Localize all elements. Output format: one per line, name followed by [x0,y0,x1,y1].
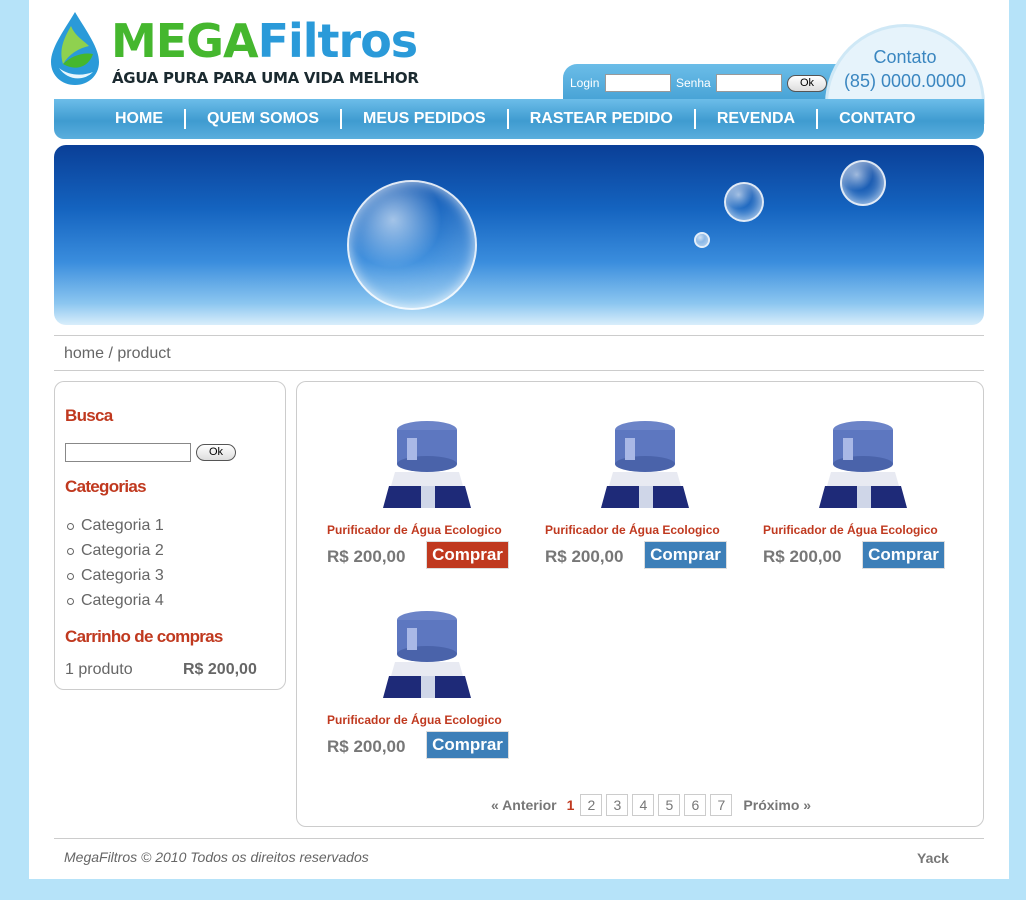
product-grid: Purificador de Água Ecologico R$ 200,00 … [296,381,984,827]
brand-name: MEGAFiltros [111,14,418,68]
divider [54,370,984,371]
login-label: Login [570,76,600,90]
bubble-image [347,180,477,310]
page-link[interactable]: 4 [632,794,655,816]
search-ok-button[interactable]: Ok [196,444,236,461]
current-page: 1 [566,797,575,813]
page-link[interactable]: 3 [606,794,629,816]
search-title: Busca [65,406,113,425]
bubble-image [840,160,886,206]
product-price: R$ 200,00 [763,547,842,566]
sidebar: Busca Ok Categorias Categoria 1 Categori… [54,381,286,690]
water-purifier-image[interactable] [585,416,705,516]
nav-item-home[interactable]: HOME [94,109,184,129]
buy-button[interactable]: Comprar [862,541,945,569]
password-input[interactable] [716,74,782,92]
login-input[interactable] [605,74,671,92]
page-link[interactable]: 7 [710,794,733,816]
water-purifier-image[interactable] [367,606,487,706]
breadcrumb: home / product [64,345,171,362]
next-page-link[interactable]: Próximo » [743,797,811,813]
cart-total: R$ 200,00 [183,661,257,678]
footer-copyright: MegaFiltros © 2010 Todos os direitos res… [64,849,369,865]
previous-page-link[interactable]: « Anterior [491,797,557,813]
divider [54,335,984,336]
product-name[interactable]: Purificador de Água Ecologico [545,523,720,537]
login-bar: Login Senha Ok [563,64,853,100]
bubble-image [724,182,764,222]
water-drop-icon [51,12,99,85]
bubble-image [694,232,710,248]
contact-title: Contato [873,47,937,67]
page-link[interactable]: 5 [658,794,681,816]
buy-button[interactable]: Comprar [426,731,509,759]
nav-item-meus-pedidos[interactable]: MEUS PEDIDOS [340,109,507,129]
category-item[interactable]: Categoria 3 [65,563,164,588]
product-card: Purificador de Água Ecologico R$ 200,00 … [763,416,963,576]
cart-quantity: 1 produto [65,661,133,678]
page-link[interactable]: 6 [684,794,707,816]
category-item[interactable]: Categoria 4 [65,588,164,613]
hero-banner [54,145,984,325]
category-item[interactable]: Categoria 1 [65,513,164,538]
search-input[interactable] [65,443,191,462]
product-card: Purificador de Água Ecologico R$ 200,00 … [545,416,745,576]
page-link[interactable]: 2 [580,794,603,816]
buy-button[interactable]: Comprar [426,541,509,569]
nav-item-quem-somos[interactable]: QUEM SOMOS [184,109,340,129]
login-ok-button[interactable]: Ok [787,75,827,92]
cart-title: Carrinho de compras [65,627,223,646]
product-name[interactable]: Purificador de Água Ecologico [763,523,938,537]
category-list: Categoria 1 Categoria 2 Categoria 3 Cate… [65,513,164,613]
buy-button[interactable]: Comprar [644,541,727,569]
product-card: Purificador de Água Ecologico R$ 200,00 … [327,416,527,576]
product-name[interactable]: Purificador de Água Ecologico [327,713,502,727]
categories-title: Categorias [65,477,147,496]
password-label: Senha [676,76,711,90]
water-purifier-image[interactable] [367,416,487,516]
pagination: « Anterior 1 2 3 4 5 6 7 Próximo » [491,794,811,816]
logo[interactable]: MEGAFiltros ÁGUA PURA PARA UMA VIDA MELH… [49,10,419,90]
divider [54,838,984,839]
product-price: R$ 200,00 [327,547,406,566]
category-item[interactable]: Categoria 2 [65,538,164,563]
contact-phone: (85) 0000.0000 [843,71,967,91]
product-price: R$ 200,00 [545,547,624,566]
nav-item-contato[interactable]: CONTATO [816,109,936,129]
yack-logo[interactable]: Yack [917,850,949,866]
nav-item-revenda[interactable]: REVENDA [693,109,816,129]
product-card: Purificador de Água Ecologico R$ 200,00 … [327,606,527,766]
brand-tagline: ÁGUA PURA PARA UMA VIDA MELHOR [112,69,419,87]
nav-item-rastear-pedido[interactable]: RASTEAR PEDIDO [506,109,694,129]
product-price: R$ 200,00 [327,737,406,756]
product-name[interactable]: Purificador de Água Ecologico [327,523,502,537]
water-purifier-image[interactable] [803,416,923,516]
yack-logo-text: Yack [917,850,949,866]
main-nav: HOME QUEM SOMOS MEUS PEDIDOS RASTEAR PED… [54,99,984,139]
page: MEGAFiltros ÁGUA PURA PARA UMA VIDA MELH… [29,0,1009,879]
